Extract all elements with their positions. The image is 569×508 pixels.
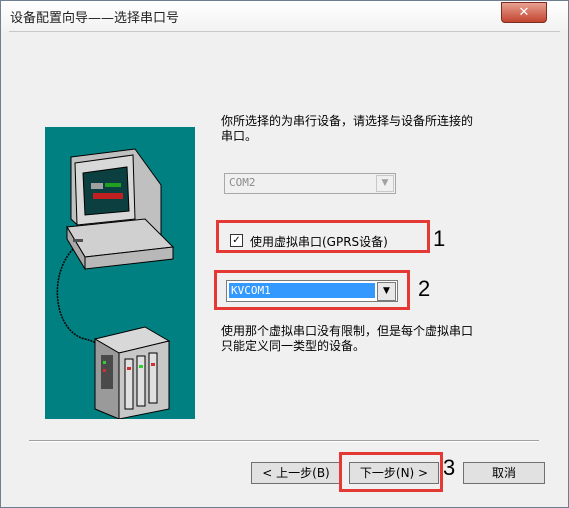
annotation-box-3 (339, 452, 443, 492)
chevron-down-icon: ▼ (376, 175, 394, 192)
close-button[interactable]: ✕ (501, 2, 547, 23)
computer-and-device-illustration (45, 127, 195, 419)
dialog-window: 设备配置向导——选择串口号 ✕ 你所选择的为串行设备，请选择与设备所连接的串口。… (0, 0, 569, 508)
back-button[interactable]: < 上一步(B) (251, 462, 341, 484)
dialog-body: 你所选择的为串行设备，请选择与设备所连接的串口。 COM2 ▼ ✓ 使用虚拟串口… (9, 31, 560, 500)
annotation-box-1 (216, 220, 430, 253)
annotation-label-2: 2 (418, 276, 431, 301)
window-title: 设备配置向导——选择串口号 (10, 11, 180, 26)
note-text: 使用那个虚拟串口没有限制，但是每个虚拟串口只能定义同一类型的设备。 (221, 324, 474, 353)
annotation-label-1: 1 (433, 226, 446, 251)
close-icon: ✕ (518, 5, 530, 20)
illustration-graphic (56, 148, 175, 419)
annotation-box-2 (214, 270, 410, 310)
annotation-label-3: 3 (443, 455, 456, 480)
separator (29, 440, 539, 442)
port-combo-value: COM2 (229, 176, 256, 189)
title-bar: 设备配置向导——选择串口号 ✕ (1, 1, 568, 31)
cancel-button[interactable]: 取消 (463, 462, 545, 484)
description-text: 你所选择的为串行设备，请选择与设备所连接的串口。 (221, 114, 474, 143)
port-combo: COM2 ▼ (224, 173, 396, 194)
